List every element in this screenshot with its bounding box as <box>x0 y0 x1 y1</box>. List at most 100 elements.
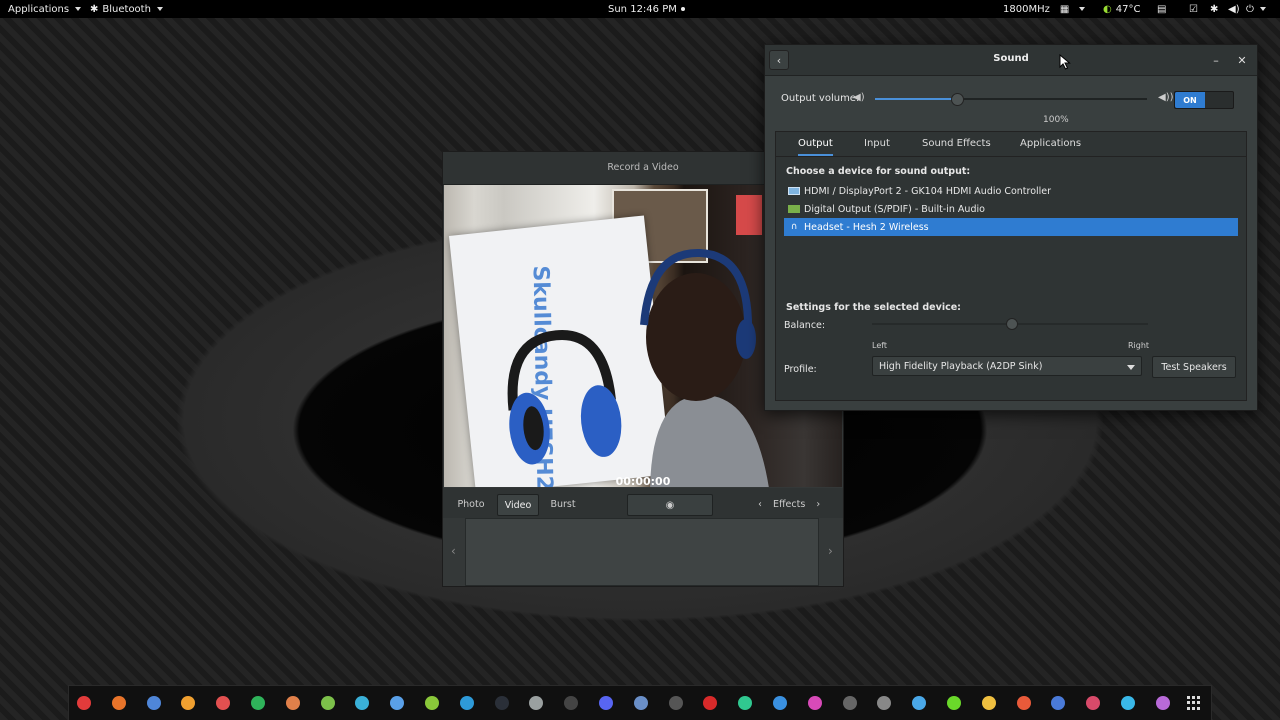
tab-applications[interactable]: Applications <box>1020 132 1081 156</box>
device-row-hdmi[interactable]: HDMI / DisplayPort 2 - GK104 HDMI Audio … <box>784 182 1238 200</box>
record-button[interactable]: ◉ <box>627 494 713 516</box>
balance-slider-handle[interactable] <box>1006 318 1018 330</box>
device-row-spdif[interactable]: Digital Output (S/PDIF) - Built-in Audio <box>784 200 1238 218</box>
files-icon[interactable] <box>181 696 196 710</box>
device-settings-label: Settings for the selected device: <box>786 302 961 313</box>
test-speakers-button[interactable]: Test Speakers <box>1152 356 1236 378</box>
device-name: HDMI / DisplayPort 2 - GK104 HDMI Audio … <box>804 185 1052 197</box>
audio-card-icon <box>788 205 800 213</box>
info-icon[interactable] <box>1120 696 1135 710</box>
volume-icon[interactable]: ◀) <box>1228 0 1240 18</box>
power-menu[interactable]: ⏻ <box>1246 0 1266 18</box>
applications-menu[interactable]: Applications <box>8 0 82 18</box>
maps-icon[interactable] <box>320 696 335 710</box>
minimize-button[interactable]: – <box>1205 49 1227 71</box>
balance-slider[interactable] <box>872 318 1148 330</box>
sound-tabs-panel: Output Input Sound Effects Applications … <box>775 131 1247 401</box>
photos-icon[interactable] <box>807 696 822 710</box>
adobe-icon[interactable] <box>703 696 718 710</box>
firefox-icon[interactable] <box>111 696 126 710</box>
tweaks-icon[interactable] <box>877 696 892 710</box>
strip-right-arrow-icon[interactable]: › <box>828 544 833 558</box>
window-title: Sound <box>993 53 1029 64</box>
effects-button[interactable]: Effects <box>767 499 811 510</box>
cpu-freq-indicator[interactable]: 1800MHz ▦ <box>1003 0 1086 18</box>
switch-on-label: ON <box>1175 92 1205 108</box>
discord-icon[interactable] <box>598 696 613 710</box>
games-icon[interactable] <box>1016 696 1031 710</box>
effects-group: ‹ Effects › <box>753 494 835 514</box>
network-icon[interactable] <box>390 696 405 710</box>
volume-high-icon: ◀)) <box>1158 92 1174 103</box>
notes-icon[interactable] <box>981 696 996 710</box>
output-volume-slider[interactable] <box>875 93 1147 106</box>
headset-icon: ∩ <box>790 222 798 232</box>
temperature-label: 47°C <box>1115 3 1141 15</box>
vpn-icon[interactable] <box>1051 696 1066 710</box>
balance-right-label: Right <box>1128 341 1150 350</box>
balance-left-label: Left <box>872 341 888 350</box>
android-icon[interactable] <box>424 696 439 710</box>
contacts-icon[interactable] <box>285 696 300 710</box>
web-icon[interactable] <box>772 696 787 710</box>
photo-mode-button[interactable]: Photo <box>451 494 491 514</box>
output-mute-switch[interactable]: ON <box>1174 91 1234 109</box>
power-icon: ⏻ <box>1246 3 1254 15</box>
chevron-left-icon[interactable]: ‹ <box>753 499 767 510</box>
balance-label: Balance: <box>784 320 826 331</box>
chrome-icon[interactable] <box>146 696 161 710</box>
device-row-headset[interactable]: ∩ Headset - Hesh 2 Wireless <box>784 218 1238 236</box>
headphone-image <box>507 330 622 465</box>
thermometer-icon: ◐ <box>1103 3 1112 15</box>
terminal-icon[interactable] <box>564 696 579 710</box>
chat-icon[interactable] <box>216 696 231 710</box>
remote-icon[interactable] <box>355 696 370 710</box>
checkbox-icon[interactable]: ☑ <box>1189 0 1198 18</box>
maps-pin-icon[interactable] <box>738 696 753 710</box>
profile-value: High Fidelity Playback (A2DP Sink) <box>879 360 1043 372</box>
device-name: Digital Output (S/PDIF) - Built-in Audio <box>804 203 985 215</box>
steam-icon[interactable] <box>494 696 509 710</box>
bluetooth-menu[interactable]: ✱ Bluetooth <box>90 0 163 18</box>
temperature-indicator[interactable]: ◐ 47°C <box>1103 0 1140 18</box>
volume-fill <box>875 98 957 100</box>
chevron-down-icon <box>1259 7 1266 11</box>
calculator-icon[interactable] <box>842 696 857 710</box>
volume-slider-handle[interactable] <box>950 93 964 106</box>
bluetooth-icon: ✱ <box>90 3 99 15</box>
choose-device-label: Choose a device for sound output: <box>786 166 971 177</box>
profile-dropdown[interactable]: High Fidelity Playback (A2DP Sink) <box>872 356 1142 376</box>
show-applications-icon[interactable] <box>1187 696 1201 710</box>
cheese-toolbar: Photo Video Burst ◉ ‹ Effects › <box>443 488 843 518</box>
settings-icon[interactable] <box>633 696 648 710</box>
record-icon[interactable] <box>946 696 961 710</box>
chevron-right-icon[interactable]: › <box>811 499 825 510</box>
puzzle-icon[interactable] <box>1086 696 1101 710</box>
video-mode-button[interactable]: Video <box>497 494 539 516</box>
bluetooth-status-icon[interactable]: ✱ <box>1210 0 1218 18</box>
screen-icon[interactable] <box>912 696 927 710</box>
clock[interactable]: Sun 12:46 PM <box>608 0 685 18</box>
clipboard-icon[interactable]: ▤ <box>1157 0 1166 18</box>
tab-output[interactable]: Output <box>798 132 833 156</box>
burst-mode-button[interactable]: Burst <box>543 494 583 514</box>
tab-sound-effects[interactable]: Sound Effects <box>922 132 991 156</box>
close-button[interactable]: ✕ <box>1231 49 1253 71</box>
opera-icon[interactable] <box>77 696 91 710</box>
webcam-icon: ◉ <box>665 499 675 511</box>
telegram-icon[interactable] <box>459 696 474 710</box>
thumbnail-strip[interactable] <box>465 518 819 586</box>
profile-label: Profile: <box>784 364 817 375</box>
monitor-icon <box>788 187 800 195</box>
tab-input[interactable]: Input <box>864 132 890 156</box>
sound-titlebar[interactable]: ‹ Sound – ✕ <box>765 45 1257 76</box>
camera-icon[interactable] <box>668 696 683 710</box>
recording-timer: 00:00:00 <box>615 475 671 487</box>
app-icon[interactable] <box>1155 696 1170 710</box>
applications-label: Applications <box>8 3 70 15</box>
chevron-down-icon <box>156 7 163 11</box>
strip-left-arrow-icon[interactable]: ‹ <box>451 544 456 558</box>
disk-icon[interactable] <box>529 696 544 710</box>
hangouts-icon[interactable] <box>250 696 265 710</box>
volume-low-icon: ◀) <box>853 92 865 103</box>
